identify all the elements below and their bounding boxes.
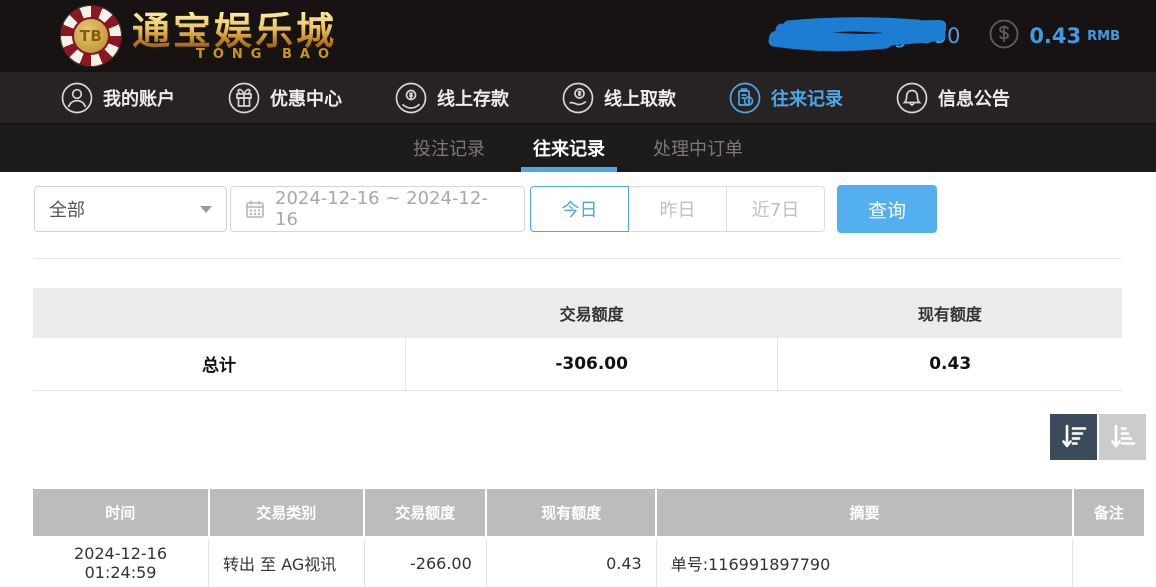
nav-item-transaction-records[interactable]: 往来记录 — [728, 81, 843, 115]
record-balance: 0.43 — [486, 538, 656, 587]
chip-monogram: TB — [72, 17, 110, 55]
sort-descending-icon — [1060, 423, 1088, 451]
col-header-balance: 现有额度 — [486, 489, 656, 538]
logo-text: 通宝娱乐城 TONG BAO — [132, 12, 337, 61]
balance-currency: RMB — [1087, 29, 1120, 44]
nav-label: 我的账户 — [103, 85, 175, 111]
balance-amount: 0.43 — [1029, 24, 1081, 48]
deposit-icon — [394, 81, 428, 115]
nav-label: 信息公告 — [938, 85, 1010, 111]
summary-header-balance: 现有额度 — [778, 288, 1122, 338]
site-title: 通宝娱乐城 — [132, 12, 337, 50]
summary-total-label: 总计 — [33, 338, 405, 390]
transaction-type-dropdown[interactable]: 全部 — [34, 186, 227, 232]
bell-icon — [895, 81, 929, 115]
user-area: ng8590 — [768, 14, 960, 58]
nav-item-deposit[interactable]: 线上存款 — [394, 81, 509, 115]
top-header: TB 通宝娱乐城 TONG BAO ng8590 — [0, 0, 1156, 72]
sort-descending-button[interactable] — [1050, 414, 1097, 460]
gift-icon — [227, 81, 261, 115]
divider — [34, 258, 1122, 259]
today-button[interactable]: 今日 — [530, 186, 629, 232]
records-header-row: 时间 交易类别 交易额度 现有额度 摘要 备注 — [33, 489, 1144, 538]
summary-table: 交易额度 现有额度 总计 -306.00 0.43 — [33, 288, 1122, 391]
col-header-time: 时间 — [33, 489, 209, 538]
nav-item-withdraw[interactable]: 线上取款 — [561, 81, 676, 115]
col-header-summary: 摘要 — [656, 489, 1073, 538]
nav-label: 优惠中心 — [270, 85, 342, 111]
summary-header-row: 交易额度 现有额度 — [33, 288, 1122, 338]
nav-item-promotions[interactable]: 优惠中心 — [227, 81, 342, 115]
col-header-amount: 交易额度 — [364, 489, 486, 538]
withdraw-icon — [561, 81, 595, 115]
calendar-icon — [245, 199, 265, 219]
header-right: ng8590 0.43 RMB — [768, 14, 1120, 58]
nav-label: 往来记录 — [771, 85, 843, 111]
summary-header-blank — [33, 288, 405, 338]
nav-label: 线上取款 — [604, 85, 676, 111]
quick-date-buttons: 今日 昨日 近7日 — [530, 186, 825, 232]
table-row: 2024-12-16 01:24:59 转出 至 AG视讯 -266.00 0.… — [33, 538, 1144, 587]
summary-header-amount: 交易额度 — [405, 288, 777, 338]
tab-betting-records[interactable]: 投注记录 — [411, 124, 487, 172]
record-type: 转出 至 AG视讯 — [209, 538, 365, 587]
sort-controls — [0, 414, 1146, 460]
records-table: 时间 交易类别 交易额度 现有额度 摘要 备注 2024-12-16 01:24… — [33, 489, 1144, 587]
main-nav: 我的账户 优惠中心 线上存款 线上取款 — [0, 72, 1156, 124]
nav-item-my-account[interactable]: 我的账户 — [60, 81, 175, 115]
col-header-type: 交易类别 — [209, 489, 365, 538]
sub-nav: 投注记录 往来记录 处理中订单 — [0, 124, 1156, 172]
user-account-icon — [60, 81, 94, 115]
record-amount: -266.00 — [364, 538, 486, 587]
site-subtitle: TONG BAO — [196, 48, 337, 61]
yesterday-button[interactable]: 昨日 — [628, 186, 727, 232]
sort-ascending-button[interactable] — [1099, 414, 1146, 460]
col-header-note: 备注 — [1073, 489, 1144, 538]
tab-transaction-records[interactable]: 往来记录 — [531, 124, 607, 172]
dollar-coin-icon — [988, 18, 1020, 54]
tab-pending-orders[interactable]: 处理中订单 — [651, 124, 745, 172]
sort-ascending-icon — [1109, 423, 1137, 451]
filter-row: 全部 2024-12-16 ~ 2024-12-16 今日 昨日 近 — [34, 186, 1156, 232]
query-button[interactable]: 查询 — [837, 185, 937, 233]
redaction-scribble — [768, 16, 946, 54]
nav-label: 线上存款 — [437, 85, 509, 111]
content-area: 全部 2024-12-16 ~ 2024-12-16 今日 昨日 近 — [0, 186, 1156, 587]
summary-total-row: 总计 -306.00 0.43 — [33, 338, 1122, 390]
summary-total-balance: 0.43 — [778, 338, 1122, 390]
last-7-days-button[interactable]: 近7日 — [726, 186, 825, 232]
record-time: 2024-12-16 01:24:59 — [33, 538, 209, 587]
poker-chip-logo-icon: TB — [60, 5, 122, 67]
records-icon — [728, 81, 762, 115]
nav-item-announcements[interactable]: 信息公告 — [895, 81, 1010, 115]
chevron-down-icon — [200, 206, 212, 213]
balance-display: 0.43 RMB — [988, 18, 1120, 54]
record-summary: 单号:116991897790 — [656, 538, 1073, 587]
summary-total-amount: -306.00 — [405, 338, 777, 390]
date-range-value: 2024-12-16 ~ 2024-12-16 — [275, 188, 510, 230]
site-logo[interactable]: TB 通宝娱乐城 TONG BAO — [60, 5, 337, 67]
record-note — [1073, 538, 1144, 587]
dropdown-value: 全部 — [49, 196, 85, 222]
date-range-input[interactable]: 2024-12-16 ~ 2024-12-16 — [230, 186, 525, 232]
